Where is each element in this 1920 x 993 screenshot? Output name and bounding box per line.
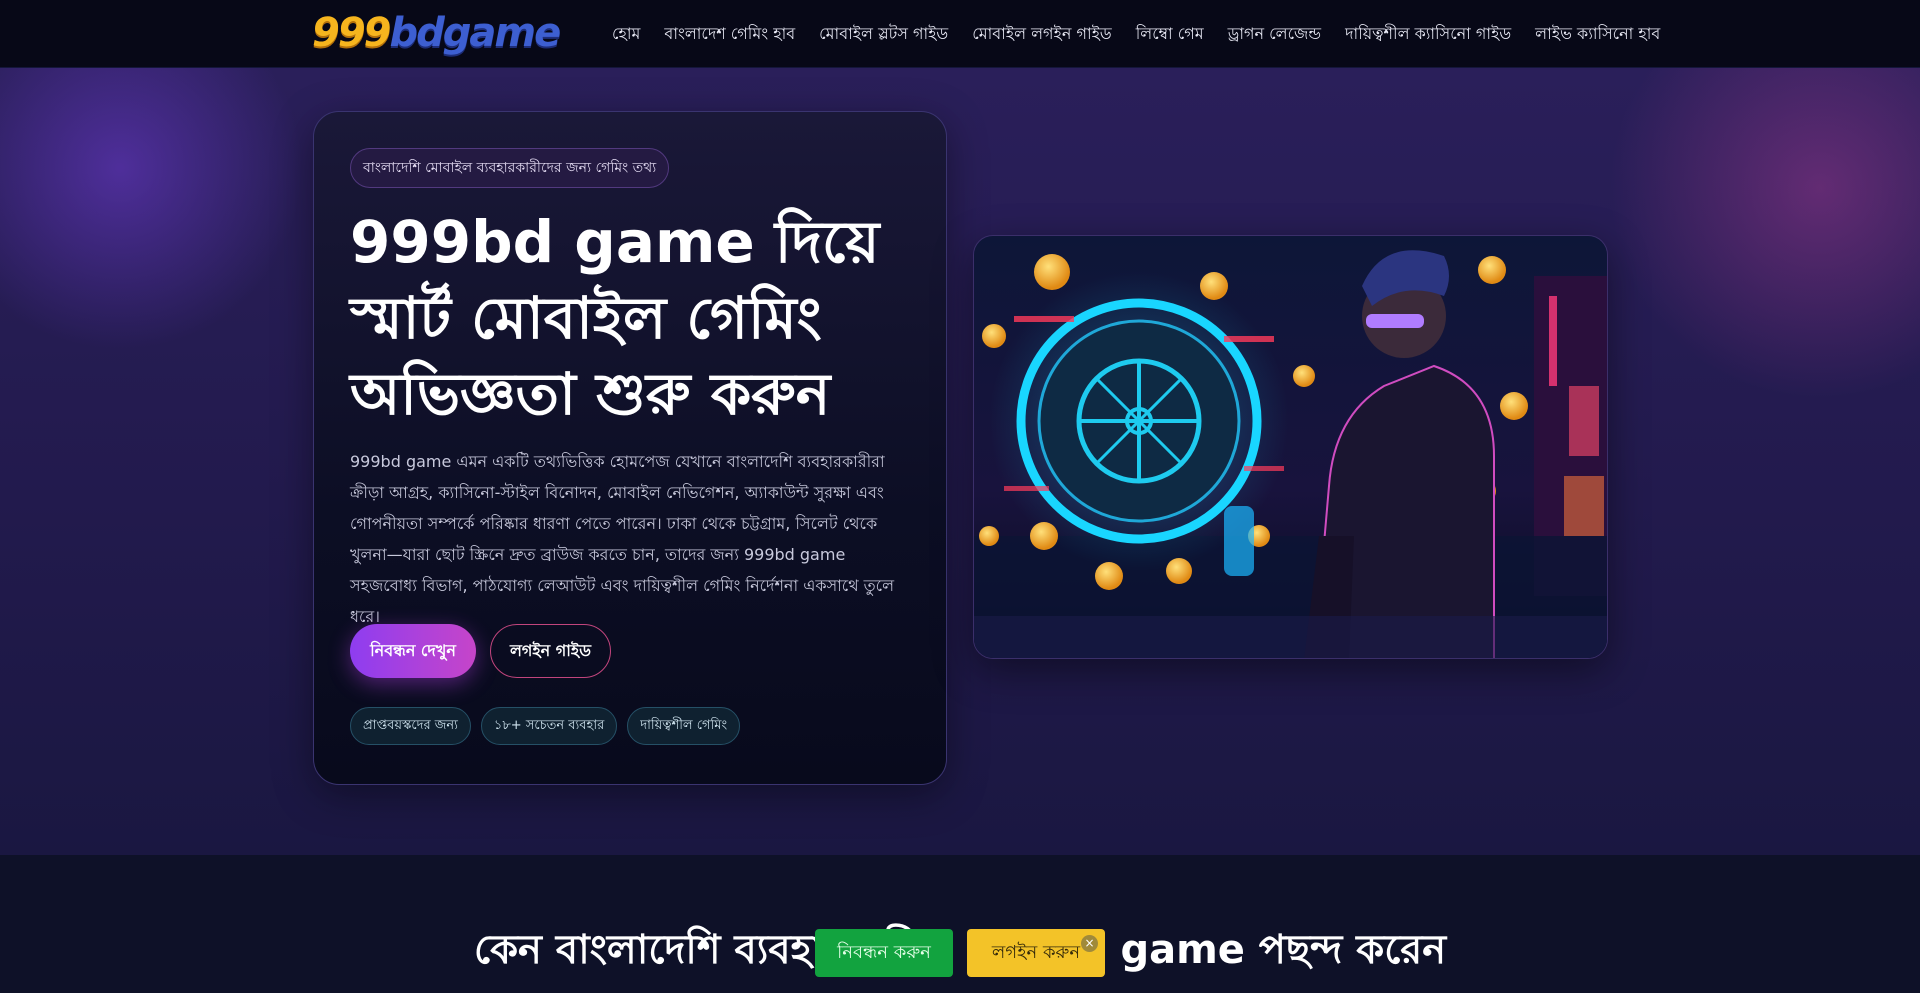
nav-item-mobile-slots-guide[interactable]: মোবাইল স্লটস গাইড	[819, 21, 948, 48]
sticky-register-button[interactable]: নিবন্ধন করুন	[815, 929, 953, 977]
nav-item-live-casino-hub[interactable]: লাইভ ক্যাসিনো হাব	[1535, 21, 1660, 48]
chip-18-plus: ১৮+ সচেতন ব্যবহার	[480, 707, 618, 745]
hero-background	[0, 68, 1920, 855]
site-logo[interactable]: 999bdgame	[312, 10, 562, 56]
main-nav: হোম বাংলাদেশ গেমিং হাব মোবাইল স্লটস গাইড…	[612, 0, 1660, 68]
hero-badge: বাংলাদেশি মোবাইল ব্যবহারকারীদের জন্য গেম…	[350, 148, 670, 188]
hero-chips: প্রাপ্তবয়স্কদের জন্য ১৮+ সচেতন ব্যবহার …	[350, 707, 741, 745]
top-navbar: 999bdgame হোম বাংলাদেশ গেমিং হাব মোবাইল …	[0, 0, 1920, 68]
close-icon[interactable]: ×	[1081, 935, 1098, 952]
nav-item-limbo-game[interactable]: লিম্বো গেম	[1136, 21, 1204, 48]
nav-item-bangladesh-gaming-hub[interactable]: বাংলাদেশ গেমিং হাব	[664, 21, 795, 48]
login-guide-button[interactable]: লগইন গাইড	[490, 624, 611, 678]
why-choose-title: কেন বাংলাদেশি ব্যবহারকারীরা 999bd game প…	[473, 927, 1447, 973]
nav-item-responsible-casino-guide[interactable]: দায়িত্বশীল ক্যাসিনো গাইড	[1345, 21, 1511, 48]
view-registration-button[interactable]: নিবন্ধন দেখুন	[350, 624, 476, 678]
nav-item-dragon-legend[interactable]: ড্রাগন লেজেন্ড	[1228, 21, 1321, 48]
hero-description: 999bd game এমন একটি তথ্যভিত্তিক হোমপেজ য…	[350, 452, 895, 626]
nav-item-home[interactable]: হোম	[612, 21, 640, 48]
logo-part-999: 999	[312, 10, 391, 56]
hero-card: বাংলাদেশি মোবাইল ব্যবহারকারীদের জন্য গেম…	[313, 111, 947, 785]
logo-part-bdgame: bdgame	[389, 10, 562, 56]
chip-adults-only: প্রাপ্তবয়স্কদের জন্য	[350, 707, 471, 745]
nav-item-mobile-login-guide[interactable]: মোবাইল লগইন গাইড	[972, 21, 1111, 48]
hero-illustration	[973, 235, 1608, 659]
chip-responsible-gaming: দায়িত্বশীল গেমিং	[627, 707, 741, 745]
hero-title: 999bd game দিয়ে স্মার্ট মোবাইল গেমিং অভ…	[350, 208, 880, 428]
